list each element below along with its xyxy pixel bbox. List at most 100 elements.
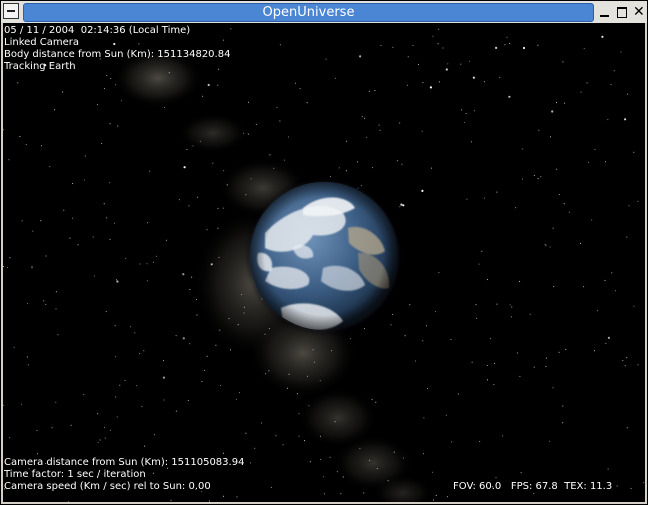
star — [304, 440, 305, 442]
star — [509, 42, 511, 44]
star — [552, 387, 554, 389]
star — [470, 141, 472, 143]
star — [522, 148, 524, 150]
star — [270, 486, 272, 488]
star — [499, 76, 501, 78]
3d-viewport[interactable]: 05 / 11 / 2004 02:14:36 (Local Time) Lin… — [3, 23, 645, 502]
close-button[interactable]: ✕ — [631, 4, 647, 20]
star — [620, 51, 622, 53]
star — [392, 46, 394, 48]
star — [115, 356, 117, 358]
star — [506, 36, 508, 38]
star — [426, 325, 427, 327]
star — [451, 441, 453, 443]
star — [275, 435, 277, 437]
window-title: OpenUniverse — [23, 3, 594, 22]
star — [299, 88, 301, 89]
star — [363, 492, 365, 494]
star — [404, 335, 406, 337]
star — [361, 116, 363, 117]
star — [249, 462, 251, 464]
star — [580, 91, 582, 93]
star — [106, 75, 108, 76]
star — [170, 499, 172, 501]
star — [115, 396, 117, 398]
star — [279, 44, 281, 46]
star — [62, 91, 64, 93]
star — [55, 308, 57, 310]
star — [110, 78, 112, 80]
star — [168, 72, 170, 74]
star — [338, 167, 340, 169]
star — [564, 102, 566, 104]
star — [430, 167, 432, 169]
star — [421, 130, 423, 132]
star — [187, 400, 189, 401]
star — [396, 160, 398, 162]
star — [17, 82, 19, 84]
star — [371, 398, 373, 400]
star — [138, 43, 140, 45]
star — [236, 398, 237, 400]
star — [182, 273, 185, 276]
hud-body-distance: Body distance from Sun (Km): 151134820.8… — [4, 49, 231, 60]
title-bar[interactable]: OpenUniverse ✕ — [1, 1, 647, 23]
star — [284, 159, 286, 161]
star — [152, 472, 154, 474]
star — [622, 360, 624, 361]
star — [447, 63, 449, 65]
star — [407, 56, 409, 58]
star — [529, 313, 531, 315]
maximize-button[interactable] — [614, 4, 630, 20]
star — [483, 81, 485, 83]
app-window: OpenUniverse ✕ 05 / 11 / 2004 02:14:36 (… — [0, 0, 648, 505]
star — [226, 184, 228, 186]
star — [92, 236, 94, 238]
star — [334, 421, 336, 423]
star — [399, 206, 401, 208]
star — [516, 352, 518, 354]
star — [438, 272, 440, 274]
star — [191, 276, 193, 278]
close-icon: ✕ — [633, 4, 645, 20]
star — [121, 100, 122, 102]
star — [583, 286, 585, 288]
hud-camera-mode: Linked Camera — [4, 37, 80, 48]
star — [288, 136, 289, 138]
star — [510, 316, 512, 318]
star — [31, 266, 33, 268]
star — [255, 123, 257, 125]
star — [336, 471, 338, 473]
star — [45, 255, 47, 257]
star — [116, 280, 119, 283]
hud-camera-distance: Camera distance from Sun (Km): 151105083… — [4, 457, 245, 468]
star — [556, 168, 558, 170]
hud-render-stats: FOV: 60.0 FPS: 67.8 TEX: 11.3 — [453, 481, 613, 492]
star — [115, 279, 117, 281]
minimize-button[interactable] — [597, 4, 613, 20]
system-menu-icon[interactable] — [3, 3, 19, 19]
star — [296, 393, 298, 395]
star — [146, 280, 148, 282]
star — [508, 95, 511, 98]
star — [69, 237, 71, 239]
star — [104, 437, 106, 439]
star — [401, 163, 403, 165]
star — [558, 351, 560, 353]
star — [84, 155, 86, 157]
star — [312, 349, 314, 351]
star — [460, 63, 462, 65]
star — [496, 191, 498, 193]
star — [553, 286, 555, 288]
star — [149, 170, 151, 172]
star — [51, 427, 53, 429]
star — [203, 369, 205, 371]
star — [70, 424, 72, 426]
star — [25, 144, 27, 146]
star — [139, 353, 141, 355]
star — [288, 373, 290, 375]
star — [197, 196, 199, 198]
star — [19, 136, 21, 137]
star — [568, 211, 570, 213]
star — [446, 496, 448, 498]
